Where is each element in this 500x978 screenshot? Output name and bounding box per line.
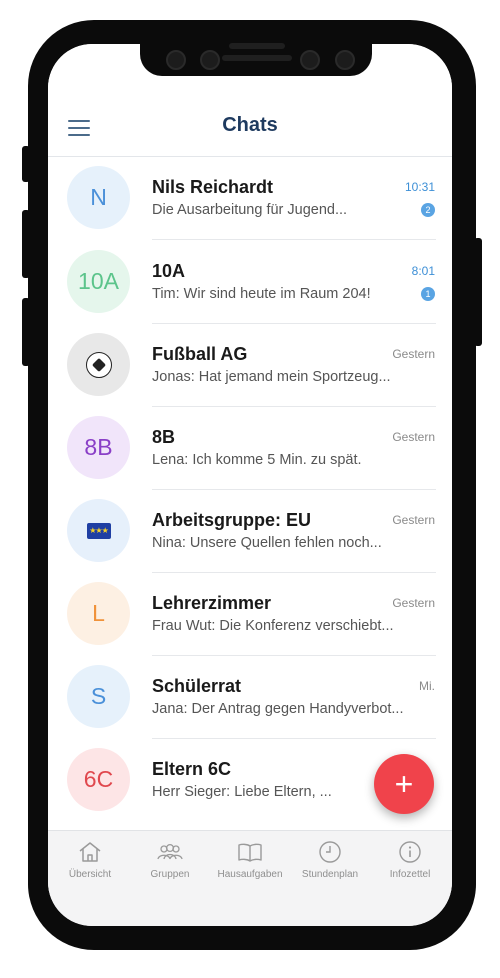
new-chat-button[interactable]: + <box>374 754 434 814</box>
chat-preview: Jonas: Hat jemand mein Sportzeug... <box>152 369 391 385</box>
chat-preview: Tim: Wir sind heute im Raum 204! <box>152 286 371 302</box>
bottom-navigation: Übersicht Gruppen Hausaufgaben Stundenpl… <box>48 830 452 926</box>
chat-preview: Herr Sieger: Liebe Eltern, ... <box>152 784 332 800</box>
tab-label: Gruppen <box>150 869 190 880</box>
chat-name: Lehrerzimmer <box>152 593 272 613</box>
chat-row[interactable]: 8B 8B Lena: Ich komme 5 Min. zu spät. Ge… <box>48 407 452 490</box>
chat-row[interactable]: N Nils Reichardt Die Ausarbeitung für Ju… <box>48 157 452 240</box>
chat-preview: Nina: Unsere Quellen fehlen noch... <box>152 535 382 551</box>
chat-preview: Die Ausarbeitung für Jugend... <box>152 202 348 218</box>
chat-preview: Jana: Der Antrag gegen Handyverbot... <box>152 701 404 717</box>
chat-row[interactable]: S Schülerrat Jana: Der Antrag gegen Hand… <box>48 656 452 739</box>
chat-name: 10A <box>152 261 186 281</box>
tab-gruppen[interactable]: Gruppen <box>130 839 210 889</box>
avatar: 10A <box>67 250 130 313</box>
soccer-ball-icon <box>85 351 112 378</box>
tab-stundenplan[interactable]: Stundenplan <box>290 839 370 889</box>
eu-flag-icon: ★★★ <box>86 522 111 539</box>
chat-preview: Lena: Ich komme 5 Min. zu spät. <box>152 452 362 468</box>
chat-row[interactable]: 10A 10A Tim: Wir sind heute im Raum 204!… <box>48 241 452 324</box>
chat-row[interactable]: Fußball AG Jonas: Hat jemand mein Sportz… <box>48 324 452 407</box>
chat-name: Schülerrat <box>152 676 242 696</box>
chat-time: Gestern <box>392 513 435 527</box>
chat-time: Mi. <box>419 679 435 693</box>
camera-dot <box>335 50 355 70</box>
tab-label: Hausaufgaben <box>217 869 283 880</box>
chat-name: Eltern 6C <box>152 759 232 779</box>
camera-dot <box>166 50 186 70</box>
phone-screen: Chats N Nils Reichardt Die Ausarbeitung … <box>48 44 452 926</box>
divider <box>152 239 436 240</box>
info-icon <box>370 839 450 865</box>
speaker-grille <box>229 43 285 49</box>
home-icon <box>50 839 130 865</box>
chat-name: Nils Reichardt <box>152 177 274 197</box>
avatar: L <box>67 582 130 645</box>
speaker-grille <box>222 55 292 61</box>
chat-name: Fußball AG <box>152 344 248 364</box>
avatar: S <box>67 665 130 728</box>
chat-name: 8B <box>152 427 176 447</box>
chat-row[interactable]: ★★★ Arbeitsgruppe: EU Nina: Unsere Quell… <box>48 490 452 573</box>
avatar <box>67 333 130 396</box>
tab-label: Stundenplan <box>301 869 359 880</box>
chat-time: 10:31 <box>404 180 435 194</box>
chat-time: Gestern <box>392 430 435 444</box>
tab-hausaufgaben[interactable]: Hausaufgaben <box>210 839 290 889</box>
tab-uebersicht[interactable]: Übersicht <box>50 839 130 889</box>
chat-row[interactable]: L Lehrerzimmer Frau Wut: Die Konferenz v… <box>48 573 452 656</box>
unread-badge: 2 <box>421 203 435 217</box>
avatar: 8B <box>67 416 130 479</box>
chat-time: Gestern <box>392 596 435 610</box>
tab-label: Übersicht <box>68 869 112 880</box>
camera-dot <box>200 50 220 70</box>
chat-time: 8:01 <box>411 264 435 278</box>
page-title: Chats <box>222 114 278 136</box>
tab-infozettel[interactable]: Infozettel <box>370 839 450 889</box>
clock-icon <box>290 839 370 865</box>
group-icon <box>130 839 210 865</box>
camera-dot <box>300 50 320 70</box>
chat-preview: Frau Wut: Die Konferenz verschiebt... <box>152 618 394 634</box>
chat-time: Gestern <box>392 347 435 361</box>
tab-label: Infozettel <box>389 869 431 880</box>
unread-badge: 1 <box>421 287 435 301</box>
chat-name: Arbeitsgruppe: EU <box>152 510 312 530</box>
book-icon <box>210 839 290 865</box>
avatar: N <box>67 166 130 229</box>
avatar: 6C <box>67 748 130 811</box>
avatar: ★★★ <box>67 499 130 562</box>
